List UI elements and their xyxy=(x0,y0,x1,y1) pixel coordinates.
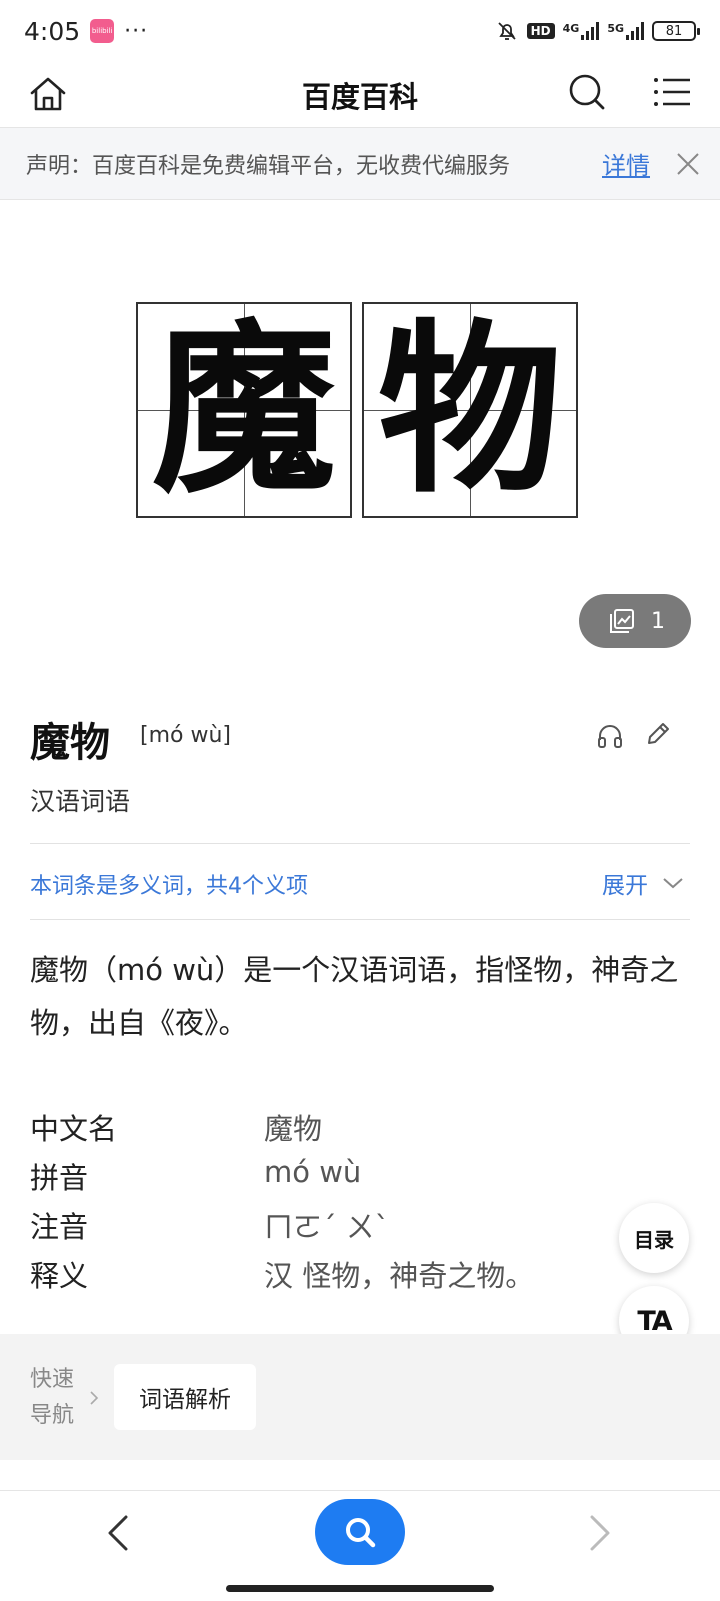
expand-label: 展开 xyxy=(602,873,648,899)
entry-pinyin: [mó wù] xyxy=(140,723,231,748)
battery-icon: 81 xyxy=(652,21,700,41)
net-label-5g: 5G xyxy=(607,22,624,35)
net-label-4g: 4G xyxy=(562,22,580,35)
image-gallery-icon xyxy=(610,609,634,633)
status-bar: 4:05 bilibili ··· HD 4G 5G 81 xyxy=(0,0,720,62)
info-value: ㄇㄛˊ ㄨˋ xyxy=(264,1210,390,1244)
table-of-contents-button[interactable]: 目录 xyxy=(619,1203,689,1273)
details-link[interactable]: 详情 xyxy=(602,146,650,181)
char-grid-2: 物 xyxy=(362,302,578,518)
chevron-right-icon xyxy=(90,1391,99,1405)
album-count: 1 xyxy=(651,608,665,634)
signal-5g-icon: 5G xyxy=(607,22,644,40)
top-navigation-bar: 百度百科 xyxy=(0,62,720,128)
info-value: 汉 怪物，神奇之物。 xyxy=(264,1259,535,1293)
status-indicators: HD 4G 5G 81 xyxy=(495,19,700,43)
polysemy-notice[interactable]: 本词条是多义词，共4个义项 xyxy=(30,868,308,900)
menu-icon[interactable] xyxy=(652,72,692,112)
info-row: 拼音 mó wù xyxy=(30,1155,690,1203)
page-title: 百度百科 xyxy=(301,79,418,114)
info-key: 释义 xyxy=(30,1259,89,1293)
entry-category: 汉语词语 xyxy=(30,787,131,816)
char-grid-1: 魔 xyxy=(136,302,352,518)
home-indicator[interactable] xyxy=(226,1585,494,1592)
quick-navigation: 快速导航 词语解析 xyxy=(0,1334,720,1460)
char-glyph-1: 魔 xyxy=(151,302,336,518)
expand-button[interactable]: 展开 xyxy=(602,866,684,900)
search-icon[interactable] xyxy=(567,72,607,112)
bilibili-app-icon: bilibili xyxy=(90,19,115,43)
entry-title: 魔物 xyxy=(30,720,110,766)
mute-bell-icon xyxy=(497,22,516,40)
disclaimer-banner: 声明：百度百科是免费编辑平台，无收费代编服务 详情 xyxy=(0,128,720,200)
char-glyph-2: 物 xyxy=(377,302,562,518)
disclaimer-text: 声明：百度百科是免费编辑平台，无收费代编服务 xyxy=(26,153,511,179)
close-icon[interactable] xyxy=(674,150,702,178)
search-button[interactable] xyxy=(315,1499,405,1565)
headphones-icon[interactable] xyxy=(596,722,624,750)
info-row: 注音 ㄇㄛˊ ㄨˋ xyxy=(30,1204,690,1252)
info-key: 注音 xyxy=(30,1210,89,1244)
hd-voice-icon: HD xyxy=(526,23,555,39)
info-key: 中文名 xyxy=(30,1112,118,1146)
divider xyxy=(30,919,690,920)
search-icon xyxy=(346,1518,376,1548)
edit-pencil-icon[interactable] xyxy=(644,720,672,748)
forward-icon[interactable] xyxy=(586,1513,614,1553)
info-key: 拼音 xyxy=(30,1161,89,1195)
divider xyxy=(30,843,690,844)
info-row: 中文名 魔物 xyxy=(30,1106,690,1154)
signal-4g-icon: 4G xyxy=(563,22,600,40)
album-button[interactable]: 1 xyxy=(579,594,691,648)
entry-summary: 魔物（mó wù）是一个汉语词语，指怪物，神奇之物，出自《夜》。 xyxy=(30,953,679,1040)
entry-image[interactable]: 魔 物 xyxy=(136,302,580,520)
more-notifications-icon: ··· xyxy=(124,18,149,44)
quick-nav-chip[interactable]: 词语解析 xyxy=(114,1364,256,1430)
info-value: mó wù xyxy=(264,1155,362,1189)
status-time: 4:05 xyxy=(24,16,81,46)
bottom-toolbar xyxy=(0,1490,720,1601)
info-value: 魔物 xyxy=(264,1112,323,1146)
quick-nav-label: 快速导航 xyxy=(30,1367,75,1428)
back-icon[interactable] xyxy=(104,1513,132,1553)
info-row: 释义 汉 怪物，神奇之物。 xyxy=(30,1253,690,1301)
chevron-down-icon xyxy=(663,878,683,889)
